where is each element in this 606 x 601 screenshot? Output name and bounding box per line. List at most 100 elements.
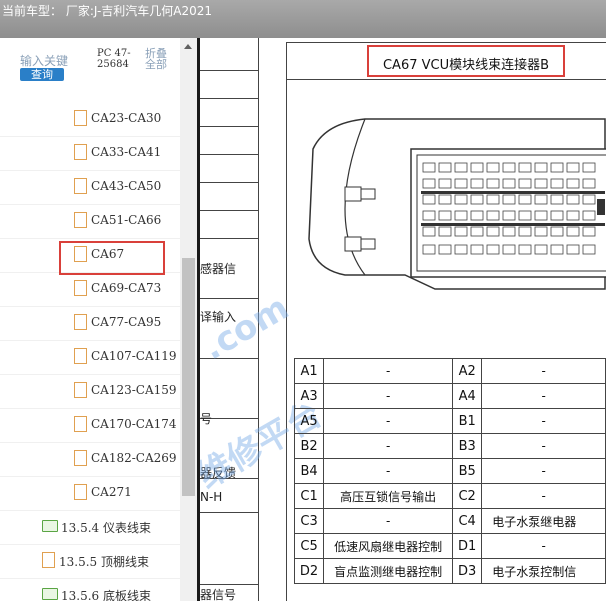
title-bar: 当前车型： 厂家:J-吉利汽车几何A2021 <box>0 0 606 38</box>
tree-item-ca43-ca50[interactable]: CA43-CA50 <box>0 170 180 205</box>
tree-item-ca77-ca95[interactable]: CA77-CA95 <box>0 306 180 341</box>
table-row: C3 - C4 电子水泵继电器 <box>293 508 606 534</box>
file-icon <box>74 178 87 194</box>
file-icon <box>42 552 55 568</box>
tree-item-instrument-harness[interactable]: 13.5.4 仪表线束 <box>0 510 180 545</box>
fragment-text: 感器信 <box>200 262 237 276</box>
file-icon <box>74 110 87 126</box>
table-row: C1 高压互锁信号输出 C2 - <box>293 483 606 509</box>
tree-item-ca170-ca174[interactable]: CA170-CA174 <box>0 408 180 443</box>
collapse-all-line2: 全部 <box>145 58 167 71</box>
connector-title: CA67 VCU模块线束连接器B <box>382 58 550 73</box>
tree-item-label: 13.5.4 仪表线束 <box>61 521 151 535</box>
table-row <box>200 210 258 239</box>
file-icon <box>74 280 87 296</box>
pin-function: - <box>481 533 606 559</box>
pin-function: - <box>481 433 606 459</box>
pin-id: B4 <box>293 458 325 484</box>
tree-item-label: CA271 <box>91 485 132 499</box>
pin-function: - <box>323 458 454 484</box>
file-icon <box>74 144 87 160</box>
pin-function: - <box>481 483 606 509</box>
keyword-input[interactable]: 输入关键 <box>20 52 68 69</box>
document-view: 感器信 译输入 号 器反馈 N-H 器信号 CA67 VCU模块线束连接器B 维… <box>200 38 606 601</box>
table-row: A5 - B1 - <box>293 408 606 434</box>
tree-item-ca107-ca119[interactable]: CA107-CA119 <box>0 340 180 375</box>
tree-item-label: CA170-CA174 <box>91 417 177 431</box>
pin-function: - <box>481 458 606 484</box>
table-row: D2 盲点监测继电器控制 D3 电子水泵控制信 <box>293 558 606 584</box>
pin-id: B3 <box>452 433 483 459</box>
pin-id: C4 <box>452 508 483 534</box>
collapse-all-button[interactable]: 折叠 全部 <box>145 48 167 70</box>
folder-icon <box>42 588 58 600</box>
table-row <box>200 154 258 183</box>
pin-id: D3 <box>452 558 483 584</box>
tree-item-label: CA23-CA30 <box>91 111 162 125</box>
scroll-thumb[interactable] <box>182 258 195 496</box>
file-icon <box>74 382 87 398</box>
pin-function: - <box>323 358 454 384</box>
pin-function: - <box>323 433 454 459</box>
table-row: A1 - A2 - <box>293 358 606 384</box>
pin-function: - <box>481 358 606 384</box>
file-icon <box>74 484 87 500</box>
tree-item-ca51-ca66[interactable]: CA51-CA66 <box>0 204 180 239</box>
search-area: 输入关键 查询 PC 47- 25684 折叠 全部 <box>0 38 180 94</box>
pin-function: 电子水泵继电器 <box>481 508 606 534</box>
pin-id: C2 <box>452 483 483 509</box>
folder-icon <box>42 520 58 532</box>
pin-id: A4 <box>452 383 483 409</box>
pin-id: A5 <box>293 408 325 434</box>
scroll-up-arrow-icon[interactable] <box>184 44 192 49</box>
table-row: C5 低速风扇继电器控制 D1 - <box>293 533 606 559</box>
pin-id: B5 <box>452 458 483 484</box>
tree-item-roof-harness[interactable]: 13.5.5 顶棚线束 <box>0 544 180 579</box>
tree-item-ca182-ca269[interactable]: CA182-CA269 <box>0 442 180 477</box>
sidebar-scrollbar[interactable] <box>180 38 197 601</box>
file-icon <box>74 212 87 228</box>
pin-id: D1 <box>452 533 483 559</box>
table-row: A3 - A4 - <box>293 383 606 409</box>
pin-id: A1 <box>293 358 325 384</box>
fragment-text: 器信号 <box>200 588 237 601</box>
pin-id: C1 <box>293 483 325 509</box>
pin-id: A3 <box>293 383 325 409</box>
doc-code-line1: PC 47- <box>97 48 131 59</box>
tree-item-label: CA69-CA73 <box>91 281 162 295</box>
tree-item-ca23-ca30[interactable]: CA23-CA30 <box>0 102 180 137</box>
pin-id: B1 <box>452 408 483 434</box>
tree-item-label: CA51-CA66 <box>91 213 162 227</box>
connector-title-highlight: CA67 VCU模块线束连接器B <box>367 45 565 77</box>
table-row <box>200 38 258 71</box>
tree-item-label: CA43-CA50 <box>91 179 162 193</box>
pin-function: - <box>481 383 606 409</box>
tree-item-ca33-ca41[interactable]: CA33-CA41 <box>0 136 180 171</box>
file-icon <box>74 450 87 466</box>
current-model-text: 当前车型： 厂家:J-吉利汽车几何A2021 <box>2 4 213 18</box>
file-icon <box>74 314 87 330</box>
pin-id: C5 <box>293 533 325 559</box>
tree-item-label: 13.5.6 底板线束 <box>61 589 151 601</box>
table-row <box>200 126 258 155</box>
file-icon <box>74 416 87 432</box>
connector-diagram <box>308 118 606 290</box>
tree-item-ca271[interactable]: CA271 <box>0 476 180 511</box>
selected-item-highlight <box>59 241 165 275</box>
pin-function: - <box>323 383 454 409</box>
table-row: B2 - B3 - <box>293 433 606 459</box>
tree-item-ca69-ca73[interactable]: CA69-CA73 <box>0 272 180 307</box>
tree-item-floor-harness[interactable]: 13.5.6 底板线束 <box>0 578 180 601</box>
title-separator <box>287 79 606 80</box>
query-button[interactable]: 查询 <box>20 68 64 81</box>
tree-item-label: CA77-CA95 <box>91 315 162 329</box>
table-row <box>200 98 258 127</box>
pin-function: - <box>323 408 454 434</box>
pin-id: A2 <box>452 358 483 384</box>
tree-item-ca123-ca159[interactable]: CA123-CA159 <box>0 374 180 409</box>
doc-code: PC 47- 25684 <box>97 48 131 70</box>
table-row <box>200 70 258 99</box>
pin-function: - <box>481 408 606 434</box>
pin-function: 电子水泵控制信 <box>481 558 606 584</box>
pin-function: 低速风扇继电器控制 <box>323 533 454 559</box>
